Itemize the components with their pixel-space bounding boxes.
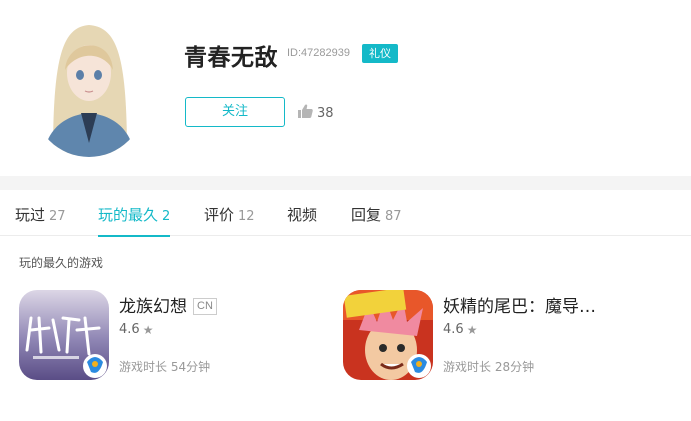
tab-longest-played[interactable]: 玩的最久 2 bbox=[98, 204, 171, 237]
star-icon: ★ bbox=[142, 322, 154, 337]
tab-count: 2 bbox=[162, 209, 171, 224]
profile-card: 青春无敌 ID:47282939 礼仪 关注 38 bbox=[0, 0, 691, 176]
game-title-text: 妖精的尾巴：魔导… bbox=[443, 297, 596, 317]
rating-value: 4.6 bbox=[443, 322, 464, 337]
tab-played[interactable]: 玩过 27 bbox=[15, 204, 66, 236]
tab-reviews[interactable]: 评价 12 bbox=[204, 204, 255, 236]
tab-count: 87 bbox=[385, 209, 402, 224]
section-title: 玩的最久的游戏 bbox=[19, 256, 104, 270]
avatar[interactable] bbox=[33, 15, 145, 157]
tab-label: 视频 bbox=[287, 206, 318, 224]
tab-label: 玩过 bbox=[15, 206, 46, 224]
username: 青春无敌 bbox=[184, 45, 278, 71]
tab-bar: 玩过 27 玩的最久 2 评价 12 视频 回复 87 bbox=[0, 190, 691, 237]
game-rating: 4.6 ★ bbox=[443, 322, 477, 337]
tab-label: 评价 bbox=[204, 206, 235, 224]
tab-replies[interactable]: 回复 87 bbox=[351, 204, 402, 236]
game-rating: 4.6 ★ bbox=[119, 322, 153, 337]
user-badge: 礼仪 bbox=[362, 44, 398, 63]
fairy-tail-game-icon[interactable] bbox=[343, 290, 433, 380]
tab-videos[interactable]: 视频 bbox=[287, 204, 317, 236]
tab-count: 12 bbox=[238, 209, 255, 224]
star-icon: ★ bbox=[466, 322, 478, 337]
like-count: 38 bbox=[317, 105, 334, 121]
tab-label: 回复 bbox=[351, 206, 382, 224]
game-title[interactable]: 龙族幻想 CN bbox=[119, 292, 217, 317]
play-time: 游戏时长 28分钟 bbox=[443, 360, 535, 374]
thumbs-up-icon bbox=[298, 104, 313, 122]
tab-count: 27 bbox=[49, 209, 66, 224]
tab-label: 玩的最久 bbox=[98, 206, 159, 224]
play-time: 游戏时长 54分钟 bbox=[119, 360, 211, 374]
longzu-game-icon[interactable] bbox=[19, 290, 109, 380]
follow-button[interactable]: 关注 bbox=[185, 97, 285, 127]
like-button[interactable]: 38 bbox=[298, 104, 334, 122]
game-card[interactable]: 龙族幻想 CN 4.6 ★ 游戏时长 54分钟 bbox=[19, 290, 339, 382]
region-tag: CN bbox=[193, 298, 217, 315]
game-card[interactable]: 妖精的尾巴：魔导… 4.6 ★ 游戏时长 28分钟 bbox=[343, 290, 663, 382]
game-title-text: 龙族幻想 bbox=[119, 297, 187, 317]
user-id: ID:47282939 bbox=[287, 47, 350, 59]
content-panel: 玩过 27 玩的最久 2 评价 12 视频 回复 87 玩的最久的游戏 龙族幻想… bbox=[0, 190, 691, 421]
game-title[interactable]: 妖精的尾巴：魔导… bbox=[443, 292, 596, 317]
rating-value: 4.6 bbox=[119, 322, 140, 337]
